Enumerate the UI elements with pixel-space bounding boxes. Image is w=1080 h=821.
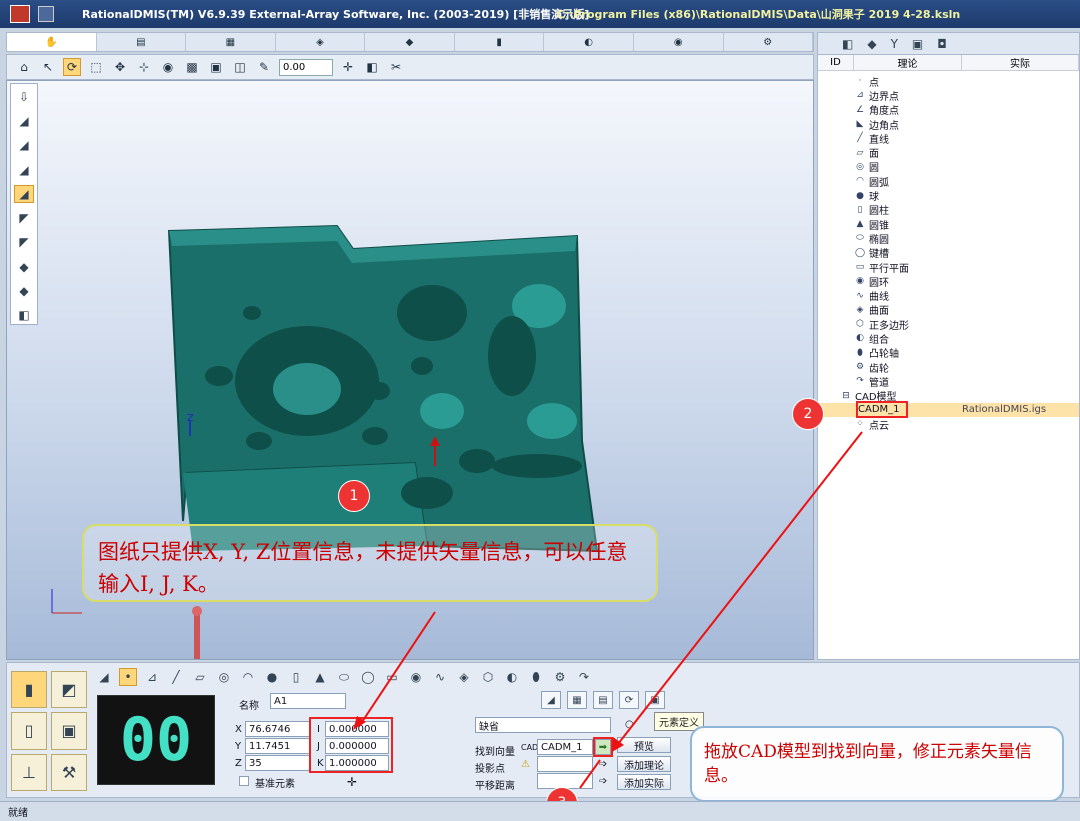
status-bar: 就绪 <box>0 801 1080 821</box>
annotation-arrows <box>353 431 863 789</box>
status-text: 就绪 <box>8 808 28 819</box>
